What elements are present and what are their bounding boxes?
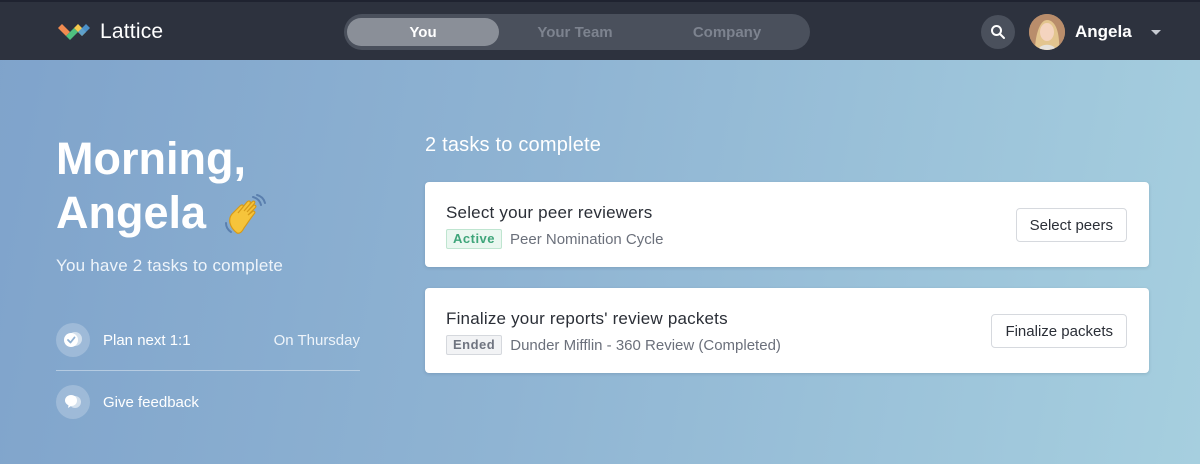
search-icon: [991, 25, 1005, 39]
sidebar-item-plan-one-on-one[interactable]: Plan next 1:1 On Thursday: [56, 323, 360, 357]
greeting-heading: Morning, Angela: [56, 132, 356, 240]
greeting-subtitle: You have 2 tasks to complete: [56, 256, 284, 275]
lattice-logo-icon: [58, 24, 90, 40]
sidebar-item-label: Plan next 1:1: [103, 331, 191, 349]
task-title: Finalize your reports' review packets: [446, 309, 728, 328]
select-peers-button[interactable]: Select peers: [1015, 208, 1127, 242]
check-bubble-icon: [56, 323, 90, 357]
tasks-heading: 2 tasks to complete: [425, 134, 602, 156]
task-meta: Ended Dunder Mifflin - 360 Review (Compl…: [446, 335, 781, 355]
task-title: Select your peer reviewers: [446, 203, 653, 222]
lattice-logo[interactable]: Lattice: [56, 18, 163, 46]
task-cycle: Dunder Mifflin - 360 Review (Completed): [510, 336, 781, 354]
task-card: Finalize your reports' review packets En…: [425, 288, 1149, 373]
feedback-bubble-icon: [56, 385, 90, 419]
greeting-line-1: Morning,: [56, 133, 246, 184]
tab-company[interactable]: Company: [651, 18, 803, 46]
tab-you[interactable]: You: [347, 18, 499, 46]
avatar[interactable]: [1029, 14, 1065, 50]
finalize-packets-button[interactable]: Finalize packets: [991, 314, 1127, 348]
status-badge: Active: [446, 229, 503, 249]
search-button[interactable]: [981, 15, 1015, 49]
scope-tabs: You Your Team Company: [344, 14, 810, 50]
status-badge: Ended: [446, 335, 503, 355]
top-nav-bar: Lattice You Your Team Company Angela: [0, 0, 1200, 60]
task-card: Select your peer reviewers Active Peer N…: [425, 182, 1149, 267]
sidebar-item-meta: On Thursday: [273, 331, 360, 349]
chevron-down-icon[interactable]: [1150, 29, 1162, 37]
greeting-name: Angela: [56, 187, 207, 238]
sidebar-divider: [56, 370, 360, 371]
sidebar-item-give-feedback[interactable]: Give feedback: [56, 385, 360, 419]
user-avatar-icon: [1029, 14, 1065, 50]
sidebar-item-label: Give feedback: [103, 393, 199, 411]
task-cycle: Peer Nomination Cycle: [510, 230, 664, 248]
tab-your-team[interactable]: Your Team: [499, 18, 651, 46]
task-meta: Active Peer Nomination Cycle: [446, 229, 663, 249]
user-name[interactable]: Angela: [1075, 22, 1132, 42]
app-name: Lattice: [100, 20, 164, 43]
waving-hand-icon: [224, 194, 266, 234]
